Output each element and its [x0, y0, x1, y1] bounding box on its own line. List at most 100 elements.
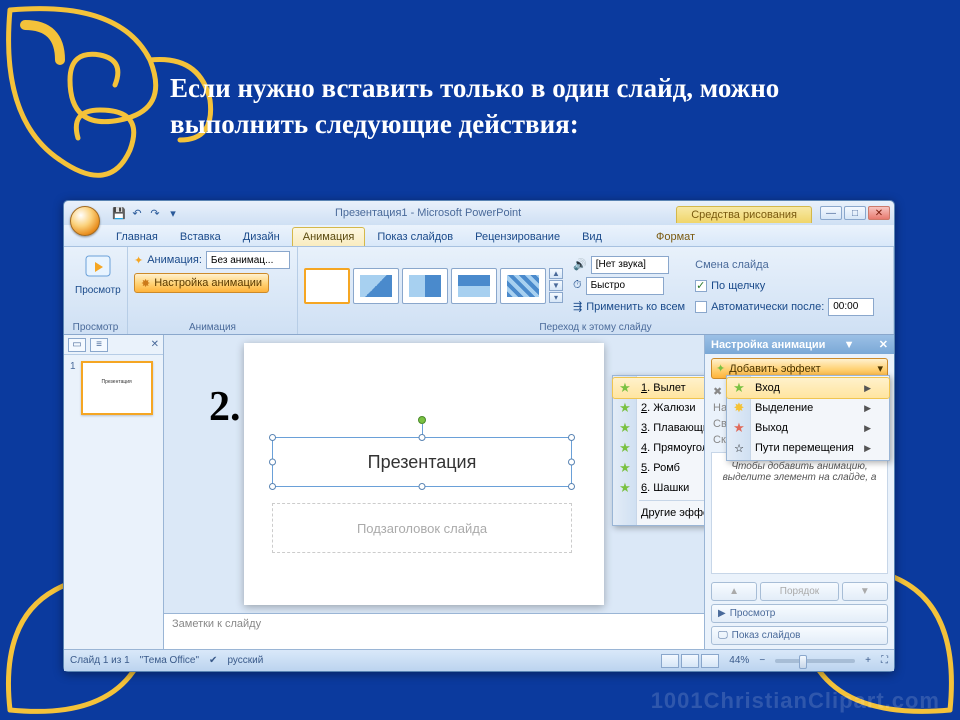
dropdown-arrow-icon: ▾	[877, 362, 883, 375]
slide-canvas[interactable]: Презентация Подзаголовок слайда	[244, 343, 604, 605]
category-entrance[interactable]: ★ Вход▶	[727, 378, 889, 398]
slideshow-view-button[interactable]	[701, 654, 719, 668]
taskpane-preview-button[interactable]: ▶Просмотр	[711, 604, 888, 623]
office-button[interactable]	[70, 206, 100, 236]
outline-tab[interactable]: ≡	[90, 338, 108, 352]
effect-icon: ★	[618, 481, 632, 495]
transition-item[interactable]	[500, 268, 546, 304]
resize-handle[interactable]	[568, 483, 575, 490]
effect-item-checker[interactable]: ★ 6. Шашки	[613, 478, 704, 498]
auto-after-checkbox[interactable]	[695, 301, 707, 313]
tab-insert[interactable]: Вставка	[170, 228, 231, 246]
group-animation-label: Анимация	[134, 321, 291, 333]
redo-icon[interactable]: ↷	[148, 206, 162, 220]
spellcheck-icon[interactable]: ✔	[209, 655, 217, 666]
tab-review[interactable]: Рецензирование	[465, 228, 570, 246]
transition-gallery[interactable]: ▲▼▾	[304, 268, 563, 304]
transition-sound-combo[interactable]	[591, 256, 669, 274]
apply-all-icon: ⇶	[573, 300, 582, 313]
effect-item-float[interactable]: ★ 3. Плавающий	[613, 418, 704, 438]
language-indicator[interactable]: русский	[227, 655, 263, 666]
taskpane-slideshow-button[interactable]: 🖵Показ слайдов	[711, 626, 888, 645]
preview-icon	[83, 253, 113, 283]
play-icon: ▶	[718, 608, 726, 619]
taskpane-menu-icon[interactable]: ▼	[844, 339, 855, 351]
effect-category-menu: ★ Вход▶ ✸ Выделение▶ ★ Выход▶ ☆ Пути пер…	[726, 375, 890, 461]
step-number-overlay: 2.	[209, 383, 241, 431]
tab-slideshow[interactable]: Показ слайдов	[367, 228, 463, 246]
sorter-view-button[interactable]	[681, 654, 699, 668]
animation-combo[interactable]	[206, 251, 290, 269]
effect-icon: ★	[618, 401, 632, 415]
slide-counter: Слайд 1 из 1	[70, 655, 130, 666]
zoom-slider[interactable]	[775, 659, 855, 663]
fit-to-window-button[interactable]: ⛶	[881, 655, 888, 666]
transition-item[interactable]	[353, 268, 399, 304]
more-effects-item[interactable]: Другие эффекты...	[613, 503, 704, 523]
title-text[interactable]: Презентация	[368, 452, 477, 473]
resize-handle[interactable]	[568, 434, 575, 441]
auto-after-time[interactable]	[828, 298, 874, 316]
resize-handle[interactable]	[269, 459, 276, 466]
undo-icon[interactable]: ↶	[130, 206, 144, 220]
save-icon[interactable]: 💾	[112, 206, 126, 220]
zoom-in-button[interactable]: +	[865, 655, 871, 666]
resize-handle[interactable]	[419, 434, 426, 441]
panel-close-icon[interactable]: ✕	[151, 339, 159, 350]
transition-item[interactable]	[451, 268, 497, 304]
title-placeholder[interactable]: Презентация	[272, 437, 572, 487]
slide-thumbnail[interactable]: Презентация	[81, 361, 153, 415]
category-exit[interactable]: ★ Выход▶	[727, 418, 889, 438]
tab-animation[interactable]: Анимация	[292, 227, 366, 246]
taskpane-close-icon[interactable]: ✕	[879, 338, 888, 351]
gallery-scroll[interactable]: ▲▼▾	[549, 268, 563, 303]
sound-icon: 🔊	[573, 258, 587, 271]
tab-view[interactable]: Вид	[572, 228, 612, 246]
normal-view-button[interactable]	[661, 654, 679, 668]
motion-path-icon: ☆	[732, 441, 746, 455]
slides-tab[interactable]: ▭	[68, 338, 86, 352]
taskpane-header: Настройка анимации ▼ ✕	[705, 335, 894, 354]
transition-none[interactable]	[304, 268, 350, 304]
custom-animation-button[interactable]: ✸ Настройка анимации	[134, 273, 269, 293]
effect-item-diamond[interactable]: ★ 5. Ромб	[613, 458, 704, 478]
reorder-up-button: ▲	[711, 582, 757, 601]
slide-panel: ▭ ≡ ✕ 1 Презентация	[64, 335, 164, 649]
resize-handle[interactable]	[269, 434, 276, 441]
apply-to-all-button[interactable]: ⇶ Применить ко всем	[573, 297, 685, 317]
resize-handle[interactable]	[568, 459, 575, 466]
watermark-text: 1001ChristianClipart.com	[651, 688, 940, 714]
effect-item-blinds[interactable]: ★ 2. Жалюзи	[613, 398, 704, 418]
group-preview-label: Просмотр	[70, 321, 121, 333]
zoom-percent[interactable]: 44%	[729, 655, 749, 666]
on-click-label: По щелчку	[711, 280, 765, 292]
resize-handle[interactable]	[269, 483, 276, 490]
tab-format[interactable]: Формат	[646, 228, 705, 246]
tab-home[interactable]: Главная	[106, 228, 168, 246]
minimize-button[interactable]: —	[820, 206, 842, 220]
effect-item-box[interactable]: ★ 4. Прямоугольник	[613, 438, 704, 458]
rotate-handle[interactable]	[418, 416, 426, 424]
tab-design[interactable]: Дизайн	[233, 228, 290, 246]
ribbon-tab-strip: Главная Вставка Дизайн Анимация Показ сл…	[64, 225, 894, 247]
maximize-button[interactable]: □	[844, 206, 866, 220]
preview-button[interactable]: Просмотр	[70, 250, 126, 299]
close-button[interactable]: ✕	[868, 206, 890, 220]
transition-speed-combo[interactable]	[586, 277, 664, 295]
category-motion-path[interactable]: ☆ Пути перемещения▶	[727, 438, 889, 458]
anim-star-icon: ✦	[134, 254, 143, 267]
effect-item-fly[interactable]: ★ 1. Вылет	[613, 378, 704, 398]
effect-preset-menu: ★ 1. Вылет ★ 2. Жалюзи ★ 3. Плавающий ★ …	[612, 375, 704, 526]
notes-pane[interactable]: Заметки к слайду	[164, 613, 704, 649]
effect-icon: ★	[618, 421, 632, 435]
resize-handle[interactable]	[419, 483, 426, 490]
slide-canvas-area[interactable]: 2. Презентация	[164, 335, 704, 613]
exit-icon: ★	[732, 421, 746, 435]
subtitle-placeholder[interactable]: Подзаголовок слайда	[272, 503, 572, 553]
zoom-out-button[interactable]: −	[759, 655, 765, 666]
qat-dropdown-icon[interactable]: ▾	[166, 206, 180, 220]
transition-item[interactable]	[402, 268, 448, 304]
instruction-heading: Если нужно вставить только в один слайд,…	[170, 70, 870, 143]
on-click-checkbox[interactable]	[695, 280, 707, 292]
category-emphasis[interactable]: ✸ Выделение▶	[727, 398, 889, 418]
